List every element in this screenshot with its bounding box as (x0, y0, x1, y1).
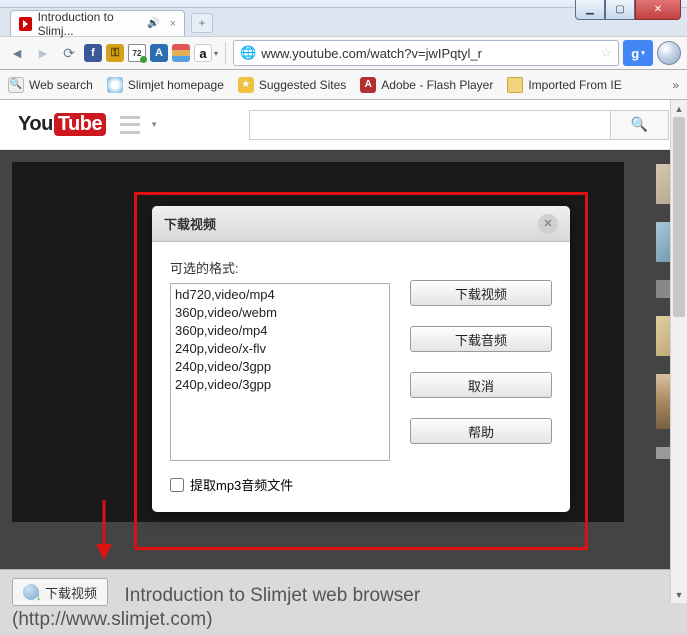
browser-tab[interactable]: Introduction to Slimj... 🔊 × (10, 10, 185, 36)
formats-listbox[interactable]: hd720,video/mp4 360p,video/webm 360p,vid… (170, 283, 390, 461)
format-option[interactable]: 360p,video/mp4 (175, 322, 385, 340)
logo-you: You (18, 113, 53, 136)
download-video-dialog: 下载视频 ✕ 可选的格式: hd720,video/mp4 360p,video… (152, 206, 570, 512)
bookmark-label: Imported From IE (528, 78, 621, 92)
address-bar[interactable]: 🌐 www.youtube.com/watch?v=jwIPqtyl_r ☆ (233, 40, 619, 66)
dialog-title-text: 下载视频 (164, 214, 216, 233)
bookmarks-overflow-button[interactable]: » (672, 78, 679, 92)
format-option[interactable]: 360p,video/webm (175, 304, 385, 322)
extract-mp3-label: 提取mp3音频文件 (190, 475, 293, 494)
forward-button[interactable]: ► (32, 42, 54, 64)
adobe-icon: A (360, 77, 376, 93)
bookmark-imported-ie[interactable]: Imported From IE (507, 77, 621, 93)
download-icon (23, 584, 39, 600)
bookmark-web-search[interactable]: 🔍 Web search (8, 77, 93, 93)
bookmark-star-icon[interactable]: ☆ (600, 45, 612, 61)
amazon-dropdown-icon[interactable]: ▾ (214, 49, 218, 58)
search-engine-button[interactable]: g ▾ (623, 40, 653, 66)
bookmark-label: Slimjet homepage (128, 78, 224, 92)
youtube-header: You Tube ▼ 🔍 (0, 100, 687, 150)
new-tab-button[interactable]: + (191, 13, 213, 33)
tab-close-button[interactable]: × (170, 18, 176, 30)
format-option[interactable]: hd720,video/mp4 (175, 286, 385, 304)
bookmark-slimjet-homepage[interactable]: Slimjet homepage (107, 77, 224, 93)
dialog-body: 可选的格式: hd720,video/mp4 360p,video/webm 3… (152, 242, 570, 512)
scroll-track[interactable] (671, 117, 687, 586)
dialog-titlebar[interactable]: 下载视频 ✕ (152, 206, 570, 242)
chip-label: 下载视频 (45, 583, 97, 602)
status-text-line2: (http://www.slimjet.com) (12, 609, 675, 631)
scroll-up-icon[interactable]: ▲ (671, 100, 687, 117)
annotation-arrow-icon (94, 500, 114, 560)
counter-icon[interactable]: 72 (128, 44, 146, 62)
globe-icon: 🌐 (240, 45, 256, 61)
tab-audio-icon[interactable]: 🔊 (147, 18, 159, 29)
youtube-search-button[interactable]: 🔍 (611, 110, 669, 140)
search-engine-dropdown-icon: ▾ (641, 49, 645, 57)
scroll-down-icon[interactable]: ▼ (671, 586, 687, 603)
format-option[interactable]: 240p,video/3gpp (175, 358, 385, 376)
formats-label: 可选的格式: (170, 258, 392, 277)
search-engine-label: g (631, 46, 639, 61)
tab-title: Introduction to Slimj... (38, 10, 142, 38)
youtube-search-input[interactable] (249, 110, 611, 140)
window-close-button[interactable]: ✕ (635, 0, 681, 20)
window-maximize-button[interactable]: ▢ (605, 0, 635, 20)
status-text-line1: Introduction to Slimjet web browser (124, 585, 420, 606)
scroll-thumb[interactable] (673, 117, 685, 317)
slimjet-icon (107, 77, 123, 93)
bookmark-suggested-sites[interactable]: ★ Suggested Sites (238, 77, 346, 93)
extract-mp3-row[interactable]: 提取mp3音频文件 (170, 475, 392, 494)
bookmarks-bar: 🔍 Web search Slimjet homepage ★ Suggeste… (0, 70, 687, 100)
bookmark-label: Suggested Sites (259, 78, 346, 92)
format-option[interactable]: 240p,video/3gpp (175, 376, 385, 394)
format-option[interactable]: 240p,video/x-flv (175, 340, 385, 358)
dialog-right-column: 下载视频 下载音频 取消 帮助 (410, 258, 552, 494)
dialog-left-column: 可选的格式: hd720,video/mp4 360p,video/webm 3… (170, 258, 392, 494)
amazon-icon[interactable]: a (194, 44, 212, 62)
logo-tube: Tube (54, 113, 106, 136)
url-text: www.youtube.com/watch?v=jwIPqtyl_r (261, 46, 482, 61)
back-button[interactable]: ◄ (6, 42, 28, 64)
extract-mp3-checkbox[interactable] (170, 478, 184, 492)
youtube-favicon-icon (19, 17, 32, 31)
bookmark-label: Web search (29, 78, 93, 92)
download-audio-button[interactable]: 下载音频 (410, 326, 552, 352)
reload-button[interactable]: ⟳ (58, 42, 80, 64)
download-video-button[interactable]: 下载视频 (410, 280, 552, 306)
window-controls: ▁ ▢ ✕ (575, 0, 681, 20)
star-icon: ★ (238, 77, 254, 93)
download-video-chip[interactable]: 下载视频 (12, 578, 108, 606)
youtube-search: 🔍 (249, 110, 669, 140)
window-minimize-button[interactable]: ▁ (575, 0, 605, 20)
key-icon[interactable]: ⚿ (106, 44, 124, 62)
search-icon: 🔍 (8, 77, 24, 93)
vertical-scrollbar[interactable]: ▲ ▼ (670, 100, 687, 603)
menu-dropdown-icon: ▼ (150, 120, 158, 129)
bookmark-label: Adobe - Flash Player (381, 78, 493, 92)
folder-icon (507, 77, 523, 93)
help-button[interactable]: 帮助 (410, 418, 552, 444)
a-icon[interactable]: A (150, 44, 168, 62)
dialog-close-button[interactable]: ✕ (538, 214, 558, 234)
status-bar: 下载视频 Introduction to Slimjet web browser… (0, 569, 687, 635)
slimjet-menu-button[interactable] (657, 41, 681, 65)
browser-toolbar: ◄ ► ⟳ f ⚿ 72 A a ▾ 🌐 www.youtube.com/wat… (0, 36, 687, 70)
color-bands-icon[interactable] (172, 44, 190, 62)
facebook-icon[interactable]: f (84, 44, 102, 62)
hamburger-icon[interactable] (120, 116, 140, 134)
separator (225, 42, 226, 64)
cancel-button[interactable]: 取消 (410, 372, 552, 398)
bookmark-adobe-flash[interactable]: A Adobe - Flash Player (360, 77, 493, 93)
youtube-logo[interactable]: You Tube (18, 113, 106, 136)
